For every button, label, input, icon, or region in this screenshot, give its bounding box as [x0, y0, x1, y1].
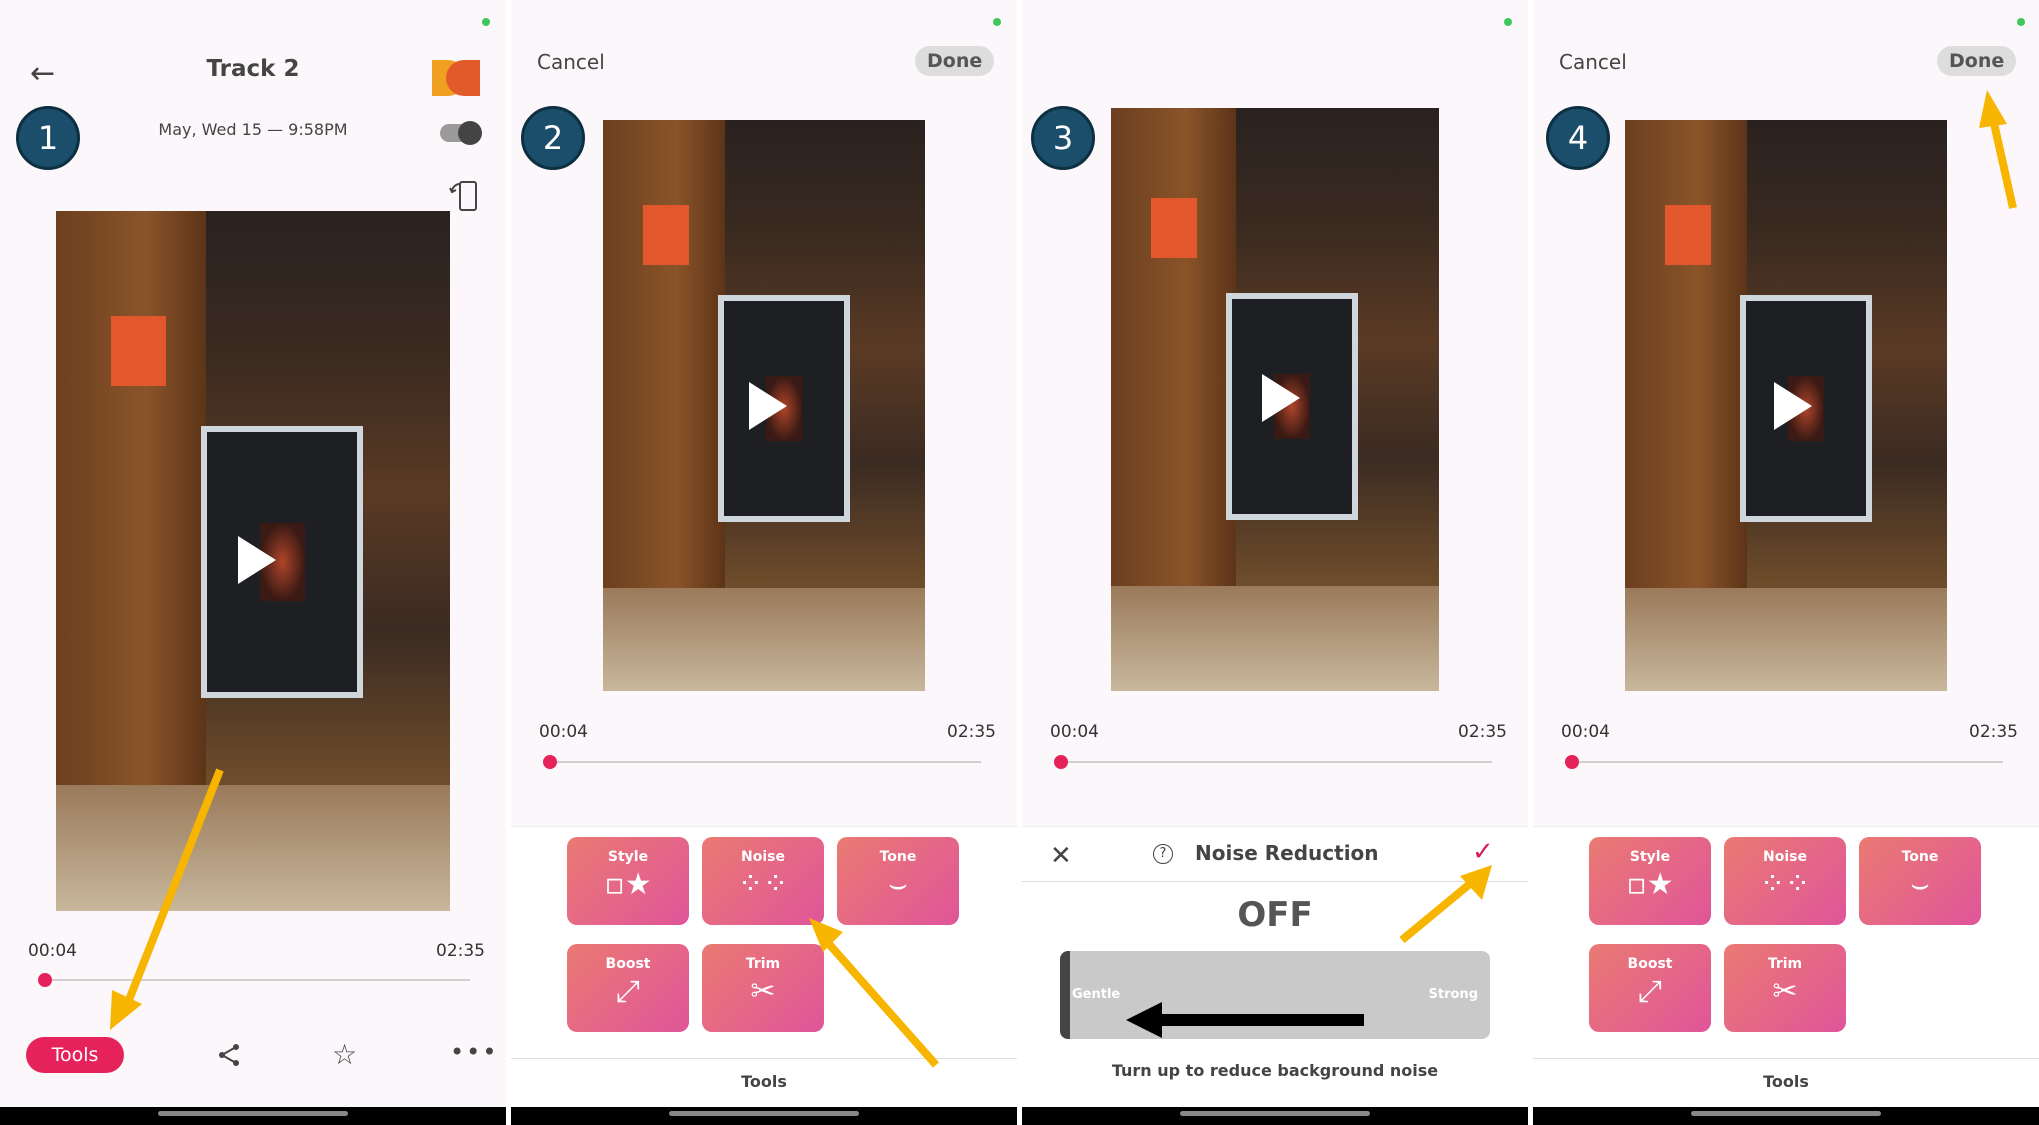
help-icon[interactable]: ?	[1153, 844, 1173, 864]
share-icon[interactable]	[216, 1042, 242, 1072]
time-current: 00:04	[1561, 722, 1610, 742]
seek-knob[interactable]	[1565, 755, 1579, 769]
system-nav-bar	[0, 1107, 506, 1125]
seek-bar[interactable]	[1056, 761, 1492, 763]
seek-bar[interactable]	[1567, 761, 2003, 763]
trim-tool-button[interactable]: Trim ✂	[1724, 944, 1846, 1032]
panel-title: Noise Reduction	[1195, 841, 1379, 865]
strong-label: Strong	[1428, 987, 1478, 1002]
trim-icon: ✂	[1772, 974, 1798, 1009]
boost-tool-button[interactable]: Boost ⤢	[1589, 944, 1711, 1032]
toggle-switch[interactable]	[440, 121, 482, 145]
style-icon: ▫★	[1626, 867, 1674, 902]
trim-label: Trim	[745, 956, 781, 972]
noise-reduction-panel: ✕ ? Noise Reduction ✓ OFF Gentle Strong …	[1022, 826, 1528, 1107]
panel-step-2: Cancel Done 2 00:04 02:35 Style ▫★ Noise…	[511, 0, 1017, 1125]
panel-step-4: Cancel Done 4 00:04 02:35 Style ▫★ Noise…	[1533, 0, 2039, 1125]
hint-text: Turn up to reduce background noise	[1111, 1061, 1439, 1080]
noise-label: Noise	[741, 849, 785, 865]
tone-icon: ⌣	[1910, 867, 1930, 902]
boost-icon: ⤢	[1638, 974, 1662, 1009]
divider	[511, 1058, 1017, 1059]
status-dot	[1504, 18, 1512, 26]
play-icon[interactable]	[238, 536, 276, 584]
app-logo-icon	[432, 60, 480, 100]
time-total: 02:35	[1969, 722, 2018, 742]
boost-label: Boost	[1627, 956, 1673, 972]
style-tool-button[interactable]: Style ▫★	[1589, 837, 1711, 925]
more-options-icon[interactable]: •••	[450, 1038, 498, 1066]
noise-icon: ⁘⁘	[1759, 867, 1811, 902]
done-button[interactable]: Done	[915, 46, 995, 76]
boost-icon: ⤢	[616, 974, 640, 1009]
divider	[1533, 1058, 2039, 1059]
style-label: Style	[607, 849, 649, 865]
noise-tool-button[interactable]: Noise ⁘⁘	[1724, 837, 1846, 925]
tools-panel: Style ▫★ Noise ⁘⁘ Tone ⌣ Boost ⤢ Trim ✂	[511, 826, 1017, 1107]
recording-date: May, Wed 15 — 9:58PM	[158, 120, 348, 139]
trim-icon: ✂	[750, 974, 776, 1009]
status-dot	[993, 18, 1001, 26]
rotate-screen-icon[interactable]	[448, 178, 480, 216]
trim-label: Trim	[1767, 956, 1803, 972]
tone-label: Tone	[879, 849, 917, 865]
star-icon[interactable]: ☆	[332, 1038, 357, 1071]
tone-icon: ⌣	[888, 867, 908, 902]
seek-bar[interactable]	[40, 979, 470, 981]
step-badge: 2	[521, 106, 585, 170]
cancel-button[interactable]: Cancel	[1559, 50, 1627, 74]
play-icon[interactable]	[749, 382, 787, 430]
play-icon[interactable]	[1774, 382, 1812, 430]
style-tool-button[interactable]: Style ▫★	[567, 837, 689, 925]
panel-separator	[1528, 0, 1533, 1125]
system-nav-bar	[511, 1107, 1017, 1125]
play-icon[interactable]	[1262, 374, 1300, 422]
boost-label: Boost	[605, 956, 651, 972]
step-badge: 3	[1031, 106, 1095, 170]
seek-knob[interactable]	[38, 973, 52, 987]
system-nav-bar	[1533, 1107, 2039, 1125]
seek-bar[interactable]	[545, 761, 981, 763]
noise-label: Noise	[1763, 849, 1807, 865]
tone-label: Tone	[1901, 849, 1939, 865]
time-total: 02:35	[947, 722, 996, 742]
system-nav-bar	[1022, 1107, 1528, 1125]
tools-panel: Style ▫★ Noise ⁘⁘ Tone ⌣ Boost ⤢ Trim ✂	[1533, 826, 2039, 1107]
step-badge: 4	[1546, 106, 1610, 170]
time-current: 00:04	[539, 722, 588, 742]
panel-separator	[506, 0, 511, 1125]
panel-step-1: ← Track 2 1 May, Wed 15 — 9:58PM 00:04 0…	[0, 0, 506, 1125]
style-label: Style	[1629, 849, 1671, 865]
confirm-check-icon[interactable]: ✓	[1472, 837, 1494, 867]
style-icon: ▫★	[604, 867, 652, 902]
time-current: 00:04	[28, 941, 77, 961]
seek-knob[interactable]	[543, 755, 557, 769]
time-total: 02:35	[1458, 722, 1507, 742]
panel-separator	[1017, 0, 1022, 1125]
noise-tool-button[interactable]: Noise ⁘⁘	[702, 837, 824, 925]
noise-slider[interactable]: Gentle Strong	[1060, 951, 1490, 1039]
trim-tool-button[interactable]: Trim ✂	[702, 944, 824, 1032]
noise-state: OFF	[1237, 895, 1313, 935]
status-dot	[482, 18, 490, 26]
time-current: 00:04	[1050, 722, 1099, 742]
status-dot	[2017, 18, 2025, 26]
slider-handle[interactable]	[1060, 951, 1070, 1039]
boost-tool-button[interactable]: Boost ⤢	[567, 944, 689, 1032]
gentle-label: Gentle	[1072, 987, 1121, 1002]
tools-button[interactable]: Tools	[26, 1037, 124, 1073]
done-button[interactable]: Done	[1937, 46, 2017, 76]
tone-tool-button[interactable]: Tone ⌣	[1859, 837, 1981, 925]
cancel-button[interactable]: Cancel	[537, 50, 605, 74]
time-total: 02:35	[436, 941, 485, 961]
tone-tool-button[interactable]: Tone ⌣	[837, 837, 959, 925]
header-divider	[1022, 881, 1528, 882]
close-icon[interactable]: ✕	[1050, 841, 1072, 871]
page-title: Track 2	[206, 56, 300, 82]
noise-icon: ⁘⁘	[737, 867, 789, 902]
seek-knob[interactable]	[1054, 755, 1068, 769]
tools-footer-label: Tools	[741, 1072, 787, 1091]
tools-footer-label: Tools	[1763, 1072, 1809, 1091]
panel-step-3: 3 00:04 02:35 ✕ ? Noise Reduction ✓ OFF …	[1022, 0, 1528, 1125]
